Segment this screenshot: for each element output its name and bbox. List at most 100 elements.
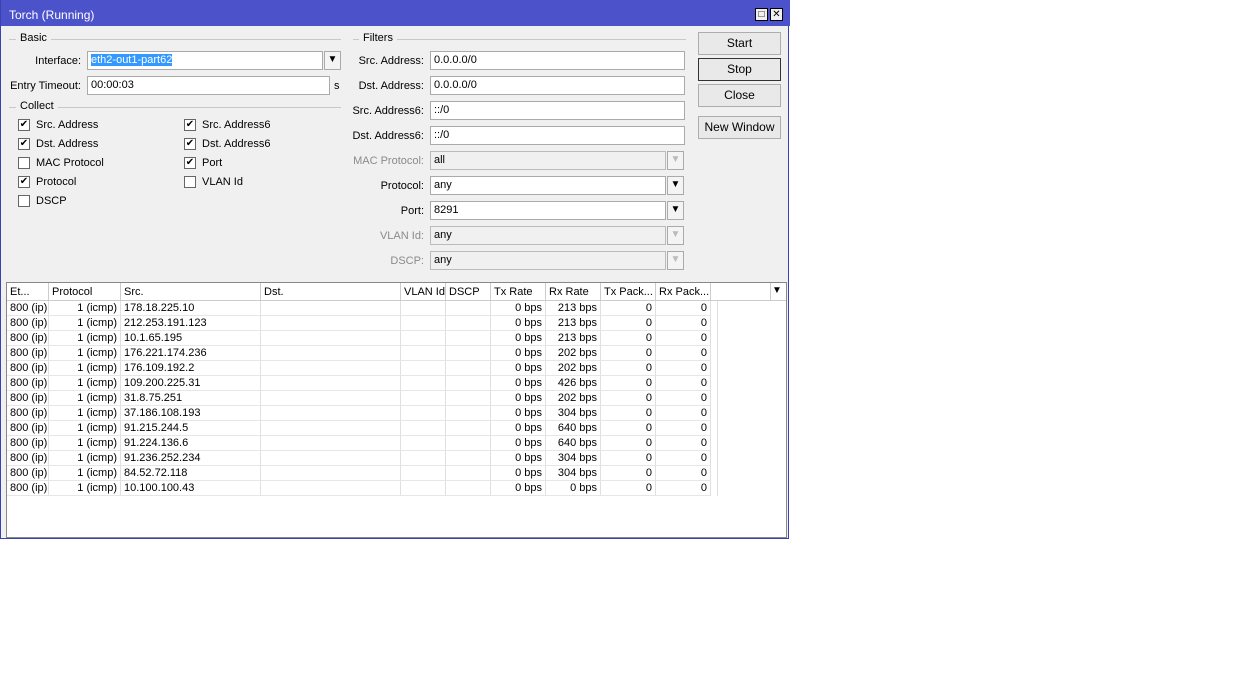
row-end	[711, 466, 718, 481]
checkbox-dst-address[interactable]: ✔	[18, 138, 30, 150]
table-cell: 800 (ip)	[7, 316, 49, 331]
interface-field[interactable]: eth2-out1-part62	[87, 51, 323, 70]
filters-divider	[353, 39, 686, 40]
column-header[interactable]: Tx Rate	[491, 283, 546, 300]
table-row[interactable]: 800 (ip) 1 (icmp) 10.1.65.195 0 bps 213 bps 0…	[7, 331, 718, 346]
table-cell	[261, 421, 401, 436]
table-cell: 1 (icmp)	[49, 466, 121, 481]
table-cell: 213 bps	[546, 331, 601, 346]
table-cell: 0	[656, 301, 711, 316]
row-end	[711, 421, 718, 436]
table-cell	[261, 346, 401, 361]
checkbox-label: MAC Protocol	[36, 157, 104, 169]
table-cell	[401, 316, 446, 331]
collect-group-label: Collect	[16, 100, 58, 112]
column-header[interactable]: Rx Rate	[546, 283, 601, 300]
table-cell: 640 bps	[546, 436, 601, 451]
column-header[interactable]: DSCP	[446, 283, 491, 300]
column-header[interactable]: Src.	[121, 283, 261, 300]
checkbox-protocol[interactable]: ✔	[18, 176, 30, 188]
table-cell	[401, 406, 446, 421]
close-icon[interactable]: ✕	[770, 8, 783, 21]
table-cell: 213 bps	[546, 316, 601, 331]
table-row[interactable]: 800 (ip) 1 (icmp) 84.52.72.118 0 bps 304 bps…	[7, 466, 718, 481]
entry-timeout-field[interactable]: 00:00:03	[87, 76, 330, 95]
table-row[interactable]: 800 (ip) 1 (icmp) 212.253.191.123 0 bps 213 …	[7, 316, 718, 331]
table-cell	[401, 481, 446, 496]
row-end	[711, 301, 718, 316]
table-row[interactable]: 800 (ip) 1 (icmp) 176.221.174.236 0 bps 202 …	[7, 346, 718, 361]
new-window-button[interactable]: New Window	[698, 116, 781, 139]
filter-field[interactable]: ::/0	[430, 126, 685, 145]
table-cell: 800 (ip)	[7, 331, 49, 346]
interface-dropdown-icon[interactable]: ▼	[324, 51, 341, 70]
row-end	[711, 406, 718, 421]
checkbox-dscp[interactable]	[18, 195, 30, 207]
checkbox-mac-protocol[interactable]	[18, 157, 30, 169]
table-row[interactable]: 800 (ip) 1 (icmp) 10.100.100.43 0 bps 0 bps 0…	[7, 481, 718, 496]
window-title: Torch (Running)	[9, 8, 95, 22]
table-cell: 0	[656, 466, 711, 481]
table-cell	[446, 346, 491, 361]
table-cell: 0	[601, 301, 656, 316]
column-header[interactable]: Et...	[7, 283, 49, 300]
filter-field[interactable]: ::/0	[430, 101, 685, 120]
table-row[interactable]: 800 (ip) 1 (icmp) 178.18.225.10 0 bps 213 bp…	[7, 301, 718, 316]
checkbox-src-address[interactable]: ✔	[18, 119, 30, 131]
table-cell: 1 (icmp)	[49, 376, 121, 391]
column-header[interactable]: VLAN Id	[401, 283, 446, 300]
checkbox-label: VLAN Id	[202, 176, 243, 188]
table-row[interactable]: 800 (ip) 1 (icmp) 37.186.108.193 0 bps 304 b…	[7, 406, 718, 421]
table-cell: 0	[601, 346, 656, 361]
table-cell	[401, 301, 446, 316]
table-cell: 0 bps	[491, 436, 546, 451]
column-header[interactable]: Rx Pack...	[656, 283, 711, 300]
checkbox-port[interactable]: ✔	[184, 157, 196, 169]
table-cell	[446, 421, 491, 436]
filter-field[interactable]: 0.0.0.0/0	[430, 51, 685, 70]
start-button[interactable]: Start	[698, 32, 781, 55]
table-row[interactable]: 800 (ip) 1 (icmp) 31.8.75.251 0 bps 202 bps 0…	[7, 391, 718, 406]
table-cell: 1 (icmp)	[49, 406, 121, 421]
dropdown-icon[interactable]: ▼	[667, 201, 684, 220]
checkbox-dst-address6[interactable]: ✔	[184, 138, 196, 150]
table-cell: 0 bps	[491, 361, 546, 376]
entry-timeout-label: Entry Timeout:	[10, 80, 81, 92]
dropdown-icon: ▼	[667, 251, 684, 270]
table-cell: 800 (ip)	[7, 466, 49, 481]
table-row[interactable]: 800 (ip) 1 (icmp) 109.200.225.31 0 bps 426 b…	[7, 376, 718, 391]
filter-field[interactable]: 0.0.0.0/0	[430, 76, 685, 95]
filter-field: any	[430, 226, 666, 245]
table-cell	[261, 391, 401, 406]
table-cell	[446, 376, 491, 391]
table-cell: 10.1.65.195	[121, 331, 261, 346]
maximize-icon[interactable]: □	[755, 8, 768, 21]
checkbox-vlan-id[interactable]	[184, 176, 196, 188]
filter-field[interactable]: 8291	[430, 201, 666, 220]
filter-label: Src. Address6:	[352, 105, 424, 117]
dropdown-icon[interactable]: ▼	[667, 176, 684, 195]
table-row[interactable]: 800 (ip) 1 (icmp) 176.109.192.2 0 bps 202 bp…	[7, 361, 718, 376]
table-cell	[261, 406, 401, 421]
filter-field[interactable]: any	[430, 176, 666, 195]
table-cell: 202 bps	[546, 346, 601, 361]
table-cell: 84.52.72.118	[121, 466, 261, 481]
table-cell	[446, 481, 491, 496]
filter-label: Protocol:	[380, 180, 424, 192]
table-cell: 1 (icmp)	[49, 361, 121, 376]
table-cell	[401, 391, 446, 406]
column-header[interactable]: Protocol	[49, 283, 121, 300]
table-cell: 31.8.75.251	[121, 391, 261, 406]
stop-button[interactable]: Stop	[698, 58, 781, 81]
table-cell: 0 bps	[491, 406, 546, 421]
checkbox-src-address6[interactable]: ✔	[184, 119, 196, 131]
table-cell: 176.109.192.2	[121, 361, 261, 376]
table-cell: 0 bps	[491, 346, 546, 361]
table-row[interactable]: 800 (ip) 1 (icmp) 91.236.252.234 0 bps 304 b…	[7, 451, 718, 466]
table-row[interactable]: 800 (ip) 1 (icmp) 91.215.244.5 0 bps 640 bps…	[7, 421, 718, 436]
column-menu-icon[interactable]: ▼	[772, 285, 782, 296]
column-header[interactable]: Tx Pack...	[601, 283, 656, 300]
close-button[interactable]: Close	[698, 84, 781, 107]
column-header[interactable]: Dst.	[261, 283, 401, 300]
table-row[interactable]: 800 (ip) 1 (icmp) 91.224.136.6 0 bps 640 bps…	[7, 436, 718, 451]
